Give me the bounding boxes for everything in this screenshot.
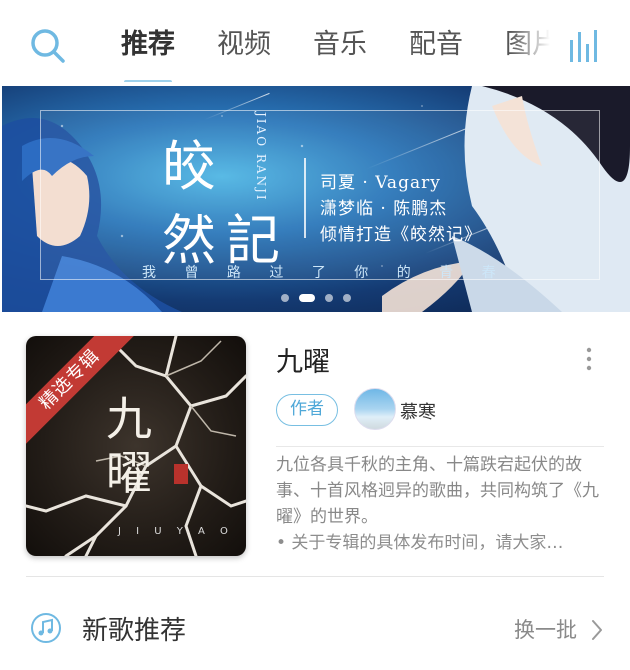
category-tabs: 推荐视频音乐配音图片	[100, 22, 556, 82]
carousel-dot[interactable]	[281, 294, 289, 302]
refresh-button[interactable]: 换一批	[514, 614, 577, 644]
artist-name[interactable]: 慕寒	[400, 398, 436, 424]
banner-carousel[interactable]: 皎 然記 JIAO RANJI 司夏 · Vagary 潇梦临 · 陈鹏杰 倾情…	[2, 86, 630, 312]
cover-title: 九曜	[106, 392, 152, 500]
divider	[276, 446, 604, 447]
equalizer-bars-icon[interactable]	[568, 26, 604, 66]
banner-credits-line: 倾情打造《皎然记》	[320, 225, 482, 245]
banner-romanized-title: JIAO RANJI	[254, 112, 268, 202]
banner-credits-line: 潇梦临 · 陈鹏杰	[320, 199, 448, 219]
chevron-right-icon[interactable]	[590, 619, 604, 641]
tab-video[interactable]: 视频	[196, 22, 292, 68]
section-title: 新歌推荐	[82, 616, 187, 646]
banner-credits-line: 司夏 · Vagary	[320, 173, 441, 193]
carousel-dot[interactable]	[325, 294, 333, 302]
divider	[26, 576, 604, 577]
banner-title-line1: 皎	[162, 135, 220, 198]
top-nav: 推荐视频音乐配音图片	[0, 0, 630, 86]
tab-recommend[interactable]: 推荐	[100, 22, 196, 82]
album-note: • 关于专辑的具体发布时间，请大家…	[276, 533, 564, 553]
carousel-dot-active[interactable]	[299, 294, 315, 302]
album-description: 九位各具千秋的主角、十篇跌宕起伏的故事、十首风格迥异的歌曲，共同构筑了《九曜》的…	[276, 455, 599, 527]
album-title[interactable]: 九曜	[276, 340, 330, 379]
tab-music[interactable]: 音乐	[292, 22, 388, 68]
carousel-indicator	[2, 294, 630, 302]
search-icon[interactable]	[28, 26, 68, 66]
role-badge: 作者	[276, 394, 338, 426]
music-note-icon	[30, 612, 62, 644]
carousel-dot[interactable]	[343, 294, 351, 302]
tab-dubbing[interactable]: 配音	[388, 22, 484, 68]
more-options-icon[interactable]	[582, 346, 596, 372]
cover-seal	[174, 464, 188, 484]
banner-divider	[304, 158, 306, 238]
album-cover[interactable]: 精选专辑 九曜 J I U Y A O	[26, 336, 246, 556]
tabs-fade	[510, 20, 560, 80]
cover-subtitle: J I U Y A O	[118, 526, 234, 537]
avatar[interactable]	[354, 388, 396, 430]
banner-tagline: 我 曾 路 过 了 你 的 青 春	[142, 265, 508, 281]
